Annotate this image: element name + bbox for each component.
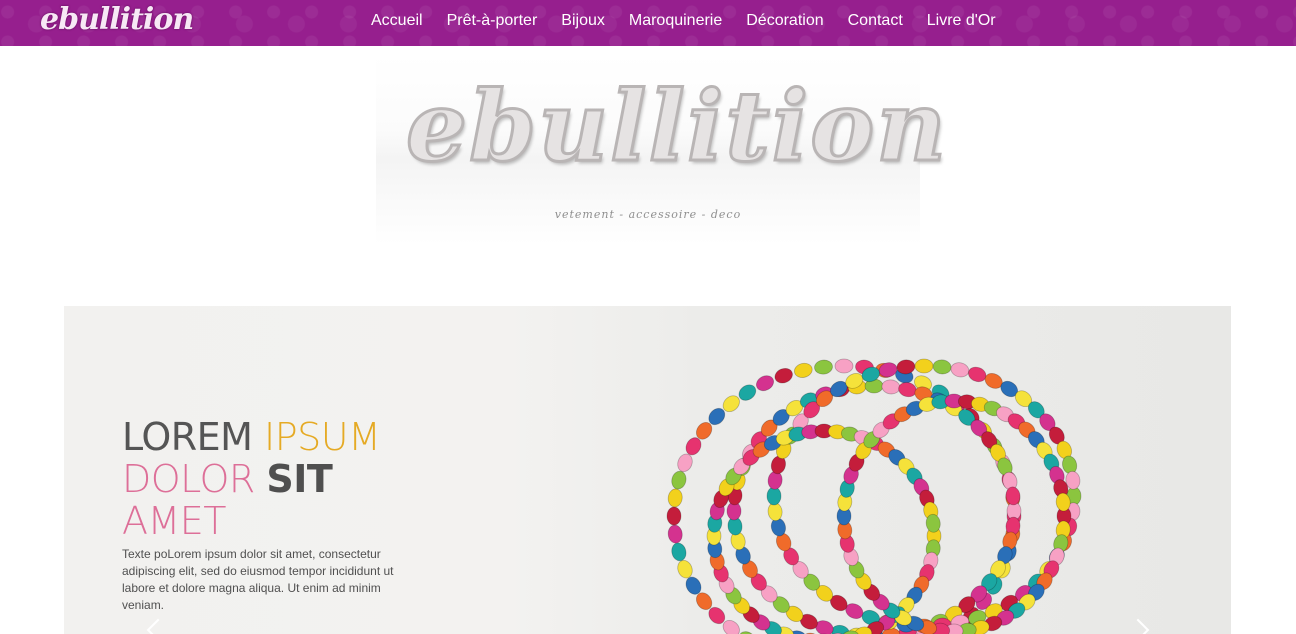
brand-logo[interactable]: ebullition <box>40 0 194 40</box>
logo-wordmark: ebullition <box>405 69 949 185</box>
bead <box>814 359 833 375</box>
slide-title-sit: SIT <box>266 457 333 501</box>
hero-slider: LOREM IPSUM DOLOR SIT AMET Texte poLorem… <box>64 306 1231 634</box>
bead <box>666 506 682 526</box>
nav-item-bijoux[interactable]: Bijoux <box>549 0 617 42</box>
nav-item-contact[interactable]: Contact <box>836 0 915 42</box>
bead <box>914 358 934 374</box>
slide-title-ipsum: IPSUM <box>264 415 381 459</box>
nav-item-livre-dor[interactable]: Livre d'Or <box>915 0 1008 42</box>
bead <box>834 358 854 374</box>
site-banner-logo: ebullition vetement - accessoire - deco <box>376 54 949 244</box>
slide-title: LOREM IPSUM DOLOR SIT AMET <box>122 416 482 542</box>
nav-item-decoration[interactable]: Décoration <box>734 0 835 42</box>
bead <box>667 488 683 508</box>
slider-prev-arrow-icon[interactable] <box>146 618 170 634</box>
nav-item-maroquinerie[interactable]: Maroquinerie <box>617 0 734 42</box>
bead <box>950 362 970 378</box>
bead <box>932 359 952 375</box>
bead <box>794 362 813 378</box>
bead <box>968 366 987 383</box>
bead <box>756 375 774 392</box>
bead <box>881 379 901 395</box>
bead <box>774 368 793 384</box>
bead <box>671 542 687 562</box>
slide-title-dolor: DOLOR <box>122 457 267 501</box>
slide-text: Texte poLorem ipsum dolor sit amet, cons… <box>122 547 394 612</box>
logo-tagline: vetement - accessoire - deco <box>554 208 742 221</box>
top-navbar: ebullition Accueil Prêt-à-porter Bijoux … <box>0 0 1296 46</box>
nav-item-pret-a-porter[interactable]: Prêt-à-porter <box>435 0 550 42</box>
bead <box>671 470 687 490</box>
bead <box>667 524 683 544</box>
main-nav: Accueil Prêt-à-porter Bijoux Maroquineri… <box>359 0 1008 42</box>
slide-title-lorem: LOREM <box>122 415 265 459</box>
nav-item-accueil[interactable]: Accueil <box>359 0 435 42</box>
slide-title-amet: AMET <box>122 499 227 543</box>
bead <box>766 486 782 506</box>
bracelet-image <box>666 358 1082 634</box>
